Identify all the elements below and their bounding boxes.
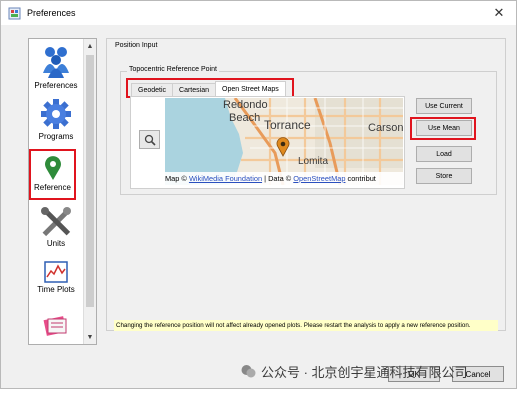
tab-open-street-maps[interactable]: Open Street Maps [215, 81, 286, 96]
scroll-down-icon[interactable]: ▼ [84, 330, 96, 344]
use-current-button[interactable]: Use Current [416, 98, 472, 114]
map-label: Redondo [223, 99, 268, 111]
sidebar-scrollbar[interactable]: ▲ ▼ [83, 39, 96, 344]
title-bar: Preferences ✕ [1, 1, 516, 25]
gear-icon [41, 99, 71, 129]
scroll-up-icon[interactable]: ▲ [84, 39, 96, 53]
users-icon [43, 47, 69, 78]
tab-cartesian[interactable]: Cartesian [172, 83, 216, 96]
zoom-button[interactable] [139, 130, 160, 149]
use-mean-button[interactable]: Use Mean [416, 120, 472, 136]
sidebar-item-time-plots[interactable]: Time Plots [33, 261, 79, 294]
sidebar-item-label: Preferences [34, 81, 78, 90]
document-icon [43, 316, 67, 336]
close-icon[interactable]: ✕ [489, 4, 509, 22]
wechat-icon [241, 364, 256, 377]
sidebar-item-label: Programs [38, 132, 74, 141]
info-notice: Changing the reference position will not… [114, 320, 498, 331]
map-label: Lomita [298, 156, 329, 167]
location-marker-icon[interactable] [276, 137, 290, 157]
sidebar-item-reference[interactable]: Reference [29, 149, 76, 200]
sidebar-item-label: Reference [34, 183, 71, 192]
sidebar-item-partial[interactable] [33, 314, 79, 336]
app-icon [8, 7, 21, 19]
magnifier-icon [144, 134, 156, 146]
sidebar-item-programs[interactable]: Programs [33, 98, 79, 141]
reference-point-label: Topocentric Reference Point [127, 66, 219, 73]
map-pin-icon [44, 156, 61, 180]
sidebar-item-units[interactable]: Units [33, 207, 79, 248]
window-title: Preferences [27, 8, 76, 18]
map-attribution: Map © WikiMedia Foundation | Data © Open… [165, 172, 403, 185]
sidebar-item-preferences[interactable]: Preferences [33, 45, 79, 90]
tab-strip: Geodetic Cartesian Open Street Maps [126, 78, 294, 98]
map-view[interactable]: Redondo Beach Torrance Carson Lomita Map… [165, 98, 403, 185]
watermark: 公众号 · 北京创宇星通科技有限公司 [240, 359, 468, 383]
category-sidebar: ▲ ▼ Preferences Programs Reference Units… [28, 38, 97, 345]
sidebar-item-label: Units [46, 239, 66, 248]
load-button[interactable]: Load [416, 146, 472, 162]
map-label: Carson [368, 122, 403, 134]
map-label: Beach [229, 112, 261, 124]
wikimedia-link[interactable]: WikiMedia Foundation [189, 174, 262, 183]
sidebar-item-label: Time Plots [37, 285, 75, 294]
openstreetmap-link[interactable]: OpenStreetMap [293, 174, 345, 183]
position-input-label: Position Input [113, 42, 160, 49]
store-button[interactable]: Store [416, 168, 472, 184]
chart-icon [44, 261, 68, 283]
scrollbar-thumb[interactable] [86, 55, 94, 307]
map-label: Torrance [264, 118, 311, 132]
tab-geodetic[interactable]: Geodetic [131, 83, 174, 96]
tools-icon [41, 207, 71, 237]
